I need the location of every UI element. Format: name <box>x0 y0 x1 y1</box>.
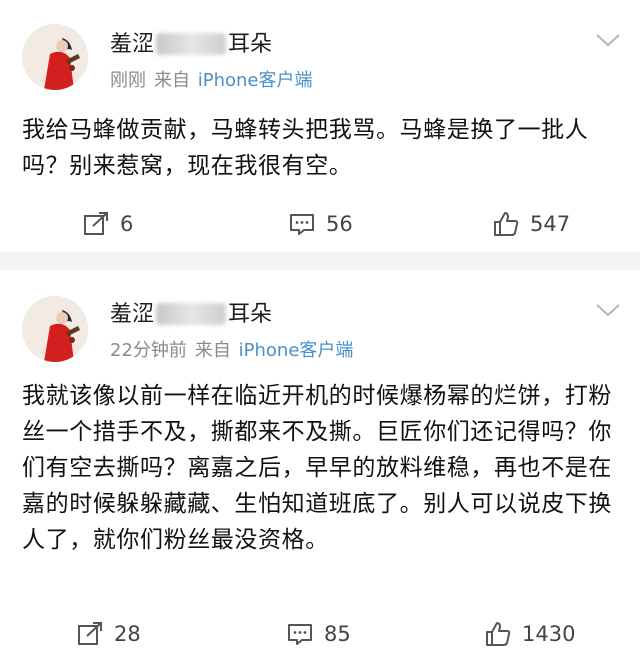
device-link[interactable]: iPhone客户端 <box>198 70 313 91</box>
action-bar: 6 56 547 <box>0 204 640 244</box>
username-blur-mask <box>156 303 227 325</box>
like-icon <box>486 622 511 646</box>
avatar-image <box>22 296 88 362</box>
post-meta: 22分钟前 来自 iPhone客户端 <box>110 336 353 362</box>
repost-icon <box>84 212 108 235</box>
avatar[interactable] <box>22 296 88 362</box>
source-label: 来自 <box>194 340 231 361</box>
device-link[interactable]: iPhone客户端 <box>239 340 354 361</box>
chevron-down-icon[interactable] <box>594 300 622 320</box>
username-prefix: 羞涩 <box>110 32 155 57</box>
avatar-image <box>22 24 88 90</box>
post-content: 我给马蜂做贡献，马蜂转头把我骂。马蜂是换了一批人吗？别来惹窝，现在我很有空。 <box>22 117 589 179</box>
comment-icon <box>288 624 312 645</box>
source-label: 来自 <box>154 70 190 91</box>
weibo-post: 羞涩 耳朵 22分钟前 来自 iPhone客户端 我就该像以前一样在临近开机的时候爆… <box>0 270 640 662</box>
action-bar: 28 85 1430 <box>0 614 640 654</box>
comment-icon <box>290 214 314 235</box>
comment-button[interactable]: 85 <box>286 614 351 654</box>
comment-count: 56 <box>326 212 353 236</box>
username[interactable]: 羞涩 耳朵 <box>110 296 272 328</box>
like-count: 547 <box>530 212 571 236</box>
repost-count: 28 <box>114 622 141 646</box>
post-content: 我就该像以前一样在临近开机的时候爆杨幂的烂饼，打粉丝一个措手不及，撕都来不及撕。… <box>22 383 612 553</box>
username[interactable]: 羞涩 耳朵 <box>110 26 272 58</box>
username-prefix: 羞涩 <box>110 302 155 327</box>
post-time: 22分钟前 <box>110 340 187 361</box>
repost-button[interactable]: 28 <box>76 614 141 654</box>
username-blur-mask <box>156 33 227 55</box>
chevron-down-icon[interactable] <box>594 30 622 50</box>
weibo-post: 羞涩 耳朵 刚刚 来自 iPhone客户端 我给马蜂做贡献，马蜂转头把我骂。马蜂是换… <box>0 0 640 252</box>
post-meta: 刚刚 来自 iPhone客户端 <box>110 66 313 92</box>
username-suffix: 耳朵 <box>228 302 273 327</box>
username-suffix: 耳朵 <box>228 32 273 57</box>
like-button[interactable]: 547 <box>492 204 570 244</box>
repost-count: 6 <box>120 212 134 236</box>
post-time: 刚刚 <box>110 70 146 91</box>
like-icon <box>494 212 519 236</box>
like-button[interactable]: 1430 <box>484 614 575 654</box>
like-count: 1430 <box>522 622 576 646</box>
repost-icon <box>78 622 102 645</box>
comment-count: 85 <box>324 622 351 646</box>
avatar[interactable] <box>22 24 88 90</box>
repost-button[interactable]: 6 <box>82 204 133 244</box>
comment-button[interactable]: 56 <box>288 204 353 244</box>
